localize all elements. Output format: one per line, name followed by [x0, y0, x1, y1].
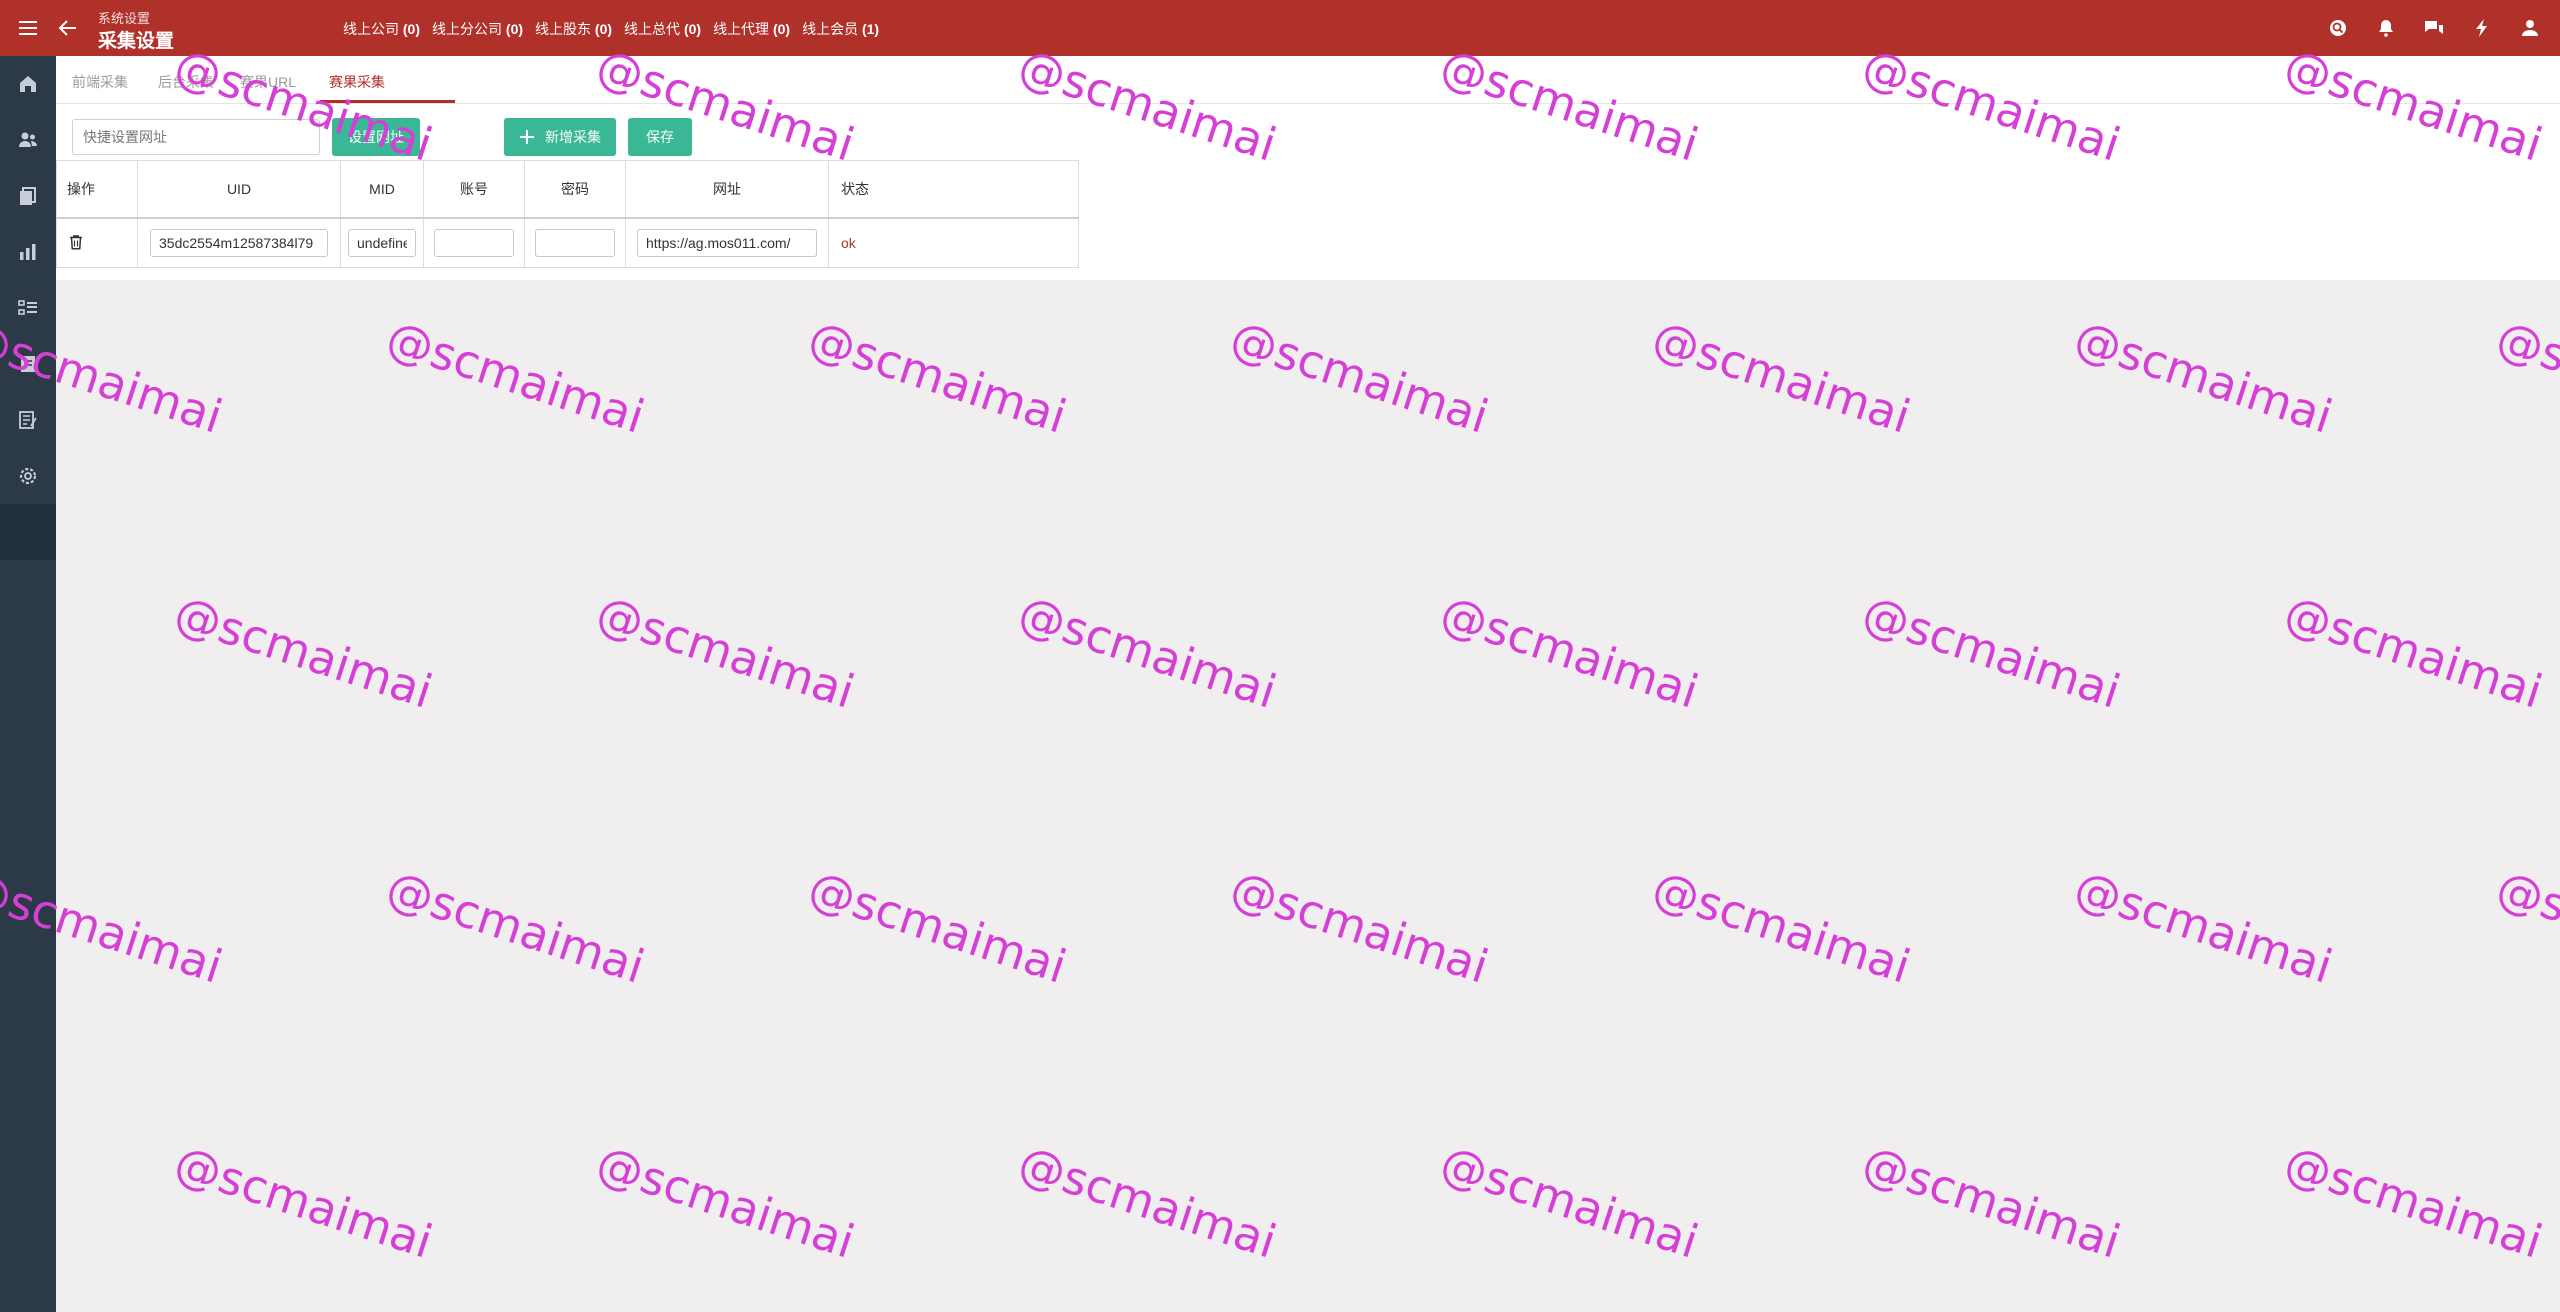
watermark-text: @scmaimai [1434, 585, 1705, 719]
status-cell: ok [828, 217, 1079, 268]
watermark-text: @scmaimai [2490, 860, 2560, 994]
stat-company[interactable]: 线上公司 (0) [343, 19, 420, 39]
sidebar [0, 56, 56, 1312]
save-button[interactable]: 保存 [628, 118, 692, 156]
set-url-button[interactable]: 设置网址 [332, 118, 420, 156]
online-stats: 线上公司 (0) 线上分公司 (0) 线上股东 (0) 线上总代 (0) 线上代… [343, 19, 879, 39]
add-collect-button[interactable]: 新增采集 [504, 118, 616, 156]
trash-icon[interactable] [67, 233, 85, 251]
bell-icon[interactable] [2374, 16, 2398, 40]
watermark-text: @scmaimai [2278, 1135, 2549, 1269]
watermark-text: @scmaimai [590, 1135, 861, 1269]
mid-cell [340, 217, 424, 268]
watermark-text: @scmaimai [590, 585, 861, 719]
watermark-text: @scmaimai [1434, 1135, 1705, 1269]
watermark-text: @scmaimai [802, 310, 1073, 444]
col-mid: MID [340, 160, 424, 219]
quick-url-input[interactable] [72, 119, 320, 155]
tab-frontend-collect[interactable]: 前端采集 [72, 72, 128, 92]
watermark-text: @scmaimai [380, 860, 651, 994]
tab-bar: 前端采集 后台采集 赛果URL 赛果采集 [56, 56, 2560, 104]
stat-branch[interactable]: 线上分公司 (0) [432, 19, 523, 39]
watermark-text: @scmaimai [380, 310, 651, 444]
home-icon[interactable] [16, 72, 40, 96]
stat-general-agent[interactable]: 线上总代 (0) [624, 19, 701, 39]
watermark-text: @scmaimai [2068, 860, 2339, 994]
watermark-text: @scmaimai [1012, 585, 1283, 719]
documents-icon[interactable] [16, 184, 40, 208]
tab-backend-collect[interactable]: 后台采集 [158, 72, 214, 92]
collect-table: 操作 UID MID 账号 密码 网址 状态 ok [56, 160, 1079, 268]
add-collect-label: 新增采集 [545, 129, 601, 145]
top-bar: 系统设置 采集设置 线上公司 (0) 线上分公司 (0) 线上股东 (0) 线上… [0, 0, 2560, 56]
watermark-text: @scmaimai [2068, 310, 2339, 444]
report-icon[interactable] [16, 352, 40, 376]
col-uid: UID [137, 160, 341, 219]
watermark-text: @scmaimai [802, 860, 1073, 994]
tab-result-url[interactable]: 赛果URL [240, 72, 296, 92]
password-cell [524, 217, 626, 268]
watermark-text: @scmaimai [1012, 1135, 1283, 1269]
col-status: 状态 [828, 160, 1079, 219]
watermark-text: @scmaimai [168, 1135, 439, 1269]
account-cell [423, 217, 525, 268]
watermark-text: @scmaimai [1646, 860, 1917, 994]
page-title: 采集设置 [98, 31, 175, 52]
header-icons [2326, 16, 2542, 40]
account-input[interactable] [434, 229, 514, 257]
settings-icon[interactable] [16, 464, 40, 488]
uid-cell [137, 217, 341, 268]
watermark-text: @scmaimai [2490, 310, 2560, 444]
plus-icon [520, 130, 534, 144]
watermark-text: @scmaimai [1224, 860, 1495, 994]
watermark-text: @scmaimai [1856, 1135, 2127, 1269]
mid-input[interactable] [348, 229, 416, 257]
users-icon[interactable] [16, 128, 40, 152]
uid-input[interactable] [150, 229, 328, 257]
stat-agent[interactable]: 线上代理 (0) [713, 19, 790, 39]
col-password: 密码 [524, 160, 626, 219]
watermark-text: @scmaimai [1646, 310, 1917, 444]
table-header-row: 操作 UID MID 账号 密码 网址 状态 [56, 160, 1079, 219]
list-icon[interactable] [16, 296, 40, 320]
watermark-text: @scmaimai [1224, 310, 1495, 444]
tab-result-collect[interactable]: 赛果采集 [329, 72, 385, 92]
set-url-label: 设置网址 [348, 129, 404, 145]
chat-icon[interactable] [2422, 16, 2446, 40]
watermark-text: @scmaimai [168, 585, 439, 719]
notes-icon[interactable] [16, 408, 40, 432]
col-url: 网址 [625, 160, 829, 219]
stat-member[interactable]: 线上会员 (1) [802, 19, 879, 39]
password-input[interactable] [535, 229, 615, 257]
menu-icon[interactable] [16, 16, 40, 40]
lightning-icon[interactable] [2470, 16, 2494, 40]
watermark-text: @scmaimai [1856, 585, 2127, 719]
chart-icon[interactable] [16, 240, 40, 264]
col-account: 账号 [423, 160, 525, 219]
save-label: 保存 [646, 129, 674, 145]
breadcrumb: 系统设置 [98, 11, 151, 26]
search-icon[interactable] [2326, 16, 2350, 40]
sidebar-active-highlight [0, 504, 56, 560]
user-icon[interactable] [2518, 16, 2542, 40]
active-tab-indicator [320, 100, 455, 103]
url-cell [625, 217, 829, 268]
back-arrow-icon[interactable] [56, 16, 80, 40]
url-input[interactable] [637, 229, 817, 257]
delete-cell [56, 217, 138, 268]
stat-shareholder[interactable]: 线上股东 (0) [535, 19, 612, 39]
table-row: ok [56, 217, 1079, 268]
watermark-text: @scmaimai [2278, 585, 2549, 719]
col-action: 操作 [56, 160, 138, 219]
content-panel: 前端采集 后台采集 赛果URL 赛果采集 设置网址 新增采集 保存 操作 UID… [56, 56, 2560, 280]
